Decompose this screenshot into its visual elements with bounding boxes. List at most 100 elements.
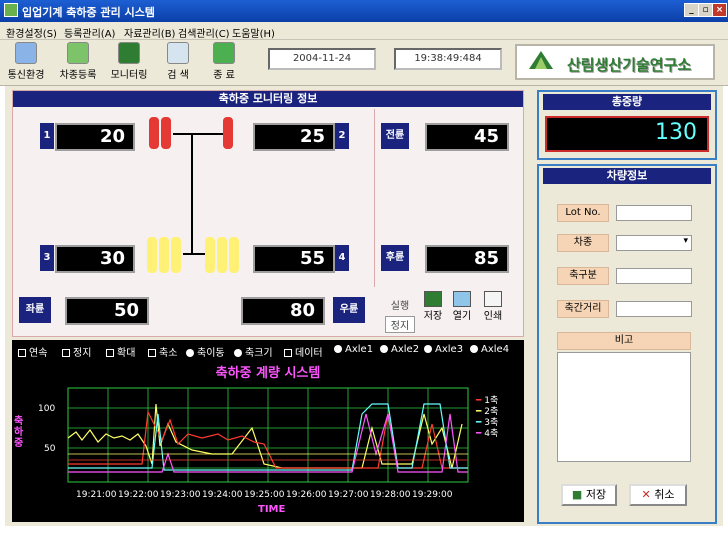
print-button[interactable]: 인쇄 (479, 291, 507, 322)
note-label: 비고 (557, 332, 691, 350)
ytick-50: 50 (44, 444, 56, 454)
wheel-3-value: 30 (55, 245, 135, 273)
vehicle-register-button[interactable]: 차종등록 (54, 42, 102, 84)
legend-axle2: ━ 2축 (476, 407, 499, 417)
axle4-radio[interactable]: Axle4 (470, 344, 509, 355)
axle-input[interactable] (616, 268, 692, 284)
restore-icon[interactable]: ▫ (698, 3, 713, 17)
logo: 산림생산기술연구소 (515, 44, 715, 80)
type-select[interactable]: ▾ (616, 235, 692, 251)
total-title: 총중량 (543, 94, 711, 110)
left-value: 50 (65, 297, 149, 325)
axle2-radio[interactable]: Axle2 (380, 344, 419, 355)
exit-button[interactable]: 종 료 (204, 42, 244, 84)
time-display: 19:38:49:484 (394, 48, 502, 70)
wheel-3-number: 3 (40, 245, 54, 271)
graph-title: 축하중 계량 시스템 (215, 366, 321, 381)
xtick: 19:28:00 (370, 490, 411, 500)
wheel-2-number: 2 (335, 123, 349, 149)
menu-data[interactable]: 자료관리(B) (124, 25, 175, 40)
search-icon (167, 42, 189, 64)
window-title: 입업기계 축하중 관리 시스템 (22, 6, 155, 19)
stop-button[interactable]: 정지 (385, 316, 415, 333)
total-weight-panel: 총중량 130 (537, 90, 717, 160)
exit-door-icon (213, 42, 235, 64)
monitoring-button[interactable]: 모니터링 (106, 42, 152, 84)
print-icon (484, 291, 502, 307)
open-icon (453, 291, 471, 307)
menu-search[interactable]: 검색관리(C) (178, 25, 230, 40)
rear-value: 85 (425, 245, 509, 273)
front-value: 45 (425, 123, 509, 151)
wheel-1-tire-icon (149, 117, 159, 149)
minimize-icon[interactable]: _ (684, 3, 699, 17)
axis-move-radio[interactable]: 축이동 (186, 344, 225, 359)
dropdown-arrow-icon: ▾ (683, 236, 688, 246)
save-icon: ■ (571, 488, 583, 501)
wheel-1-number: 1 (40, 123, 54, 149)
open-button[interactable]: 열기 (449, 291, 475, 322)
graph-panel: 연속 정지 확대 축소 축이동 축크기 데이터 Axle1 Axle2 Axle… (12, 340, 524, 522)
plug-icon (15, 42, 37, 64)
wheel-2-value: 25 (253, 123, 335, 151)
legend-axle4: ━ 4축 (476, 429, 499, 439)
cancel-button[interactable]: ✕ 취소 (629, 484, 687, 506)
lot-input[interactable] (616, 205, 692, 221)
wheel-3-tire-icon (147, 237, 157, 273)
graph-ylabel: 축하중 (14, 416, 24, 449)
graph-xlabel: TIME (258, 504, 286, 515)
wheel-2-tire-icon (223, 117, 233, 149)
save-graph-button[interactable]: 저장 (421, 291, 445, 322)
logo-text: 산림생산기술연구소 (567, 56, 692, 74)
distance-label: 축간거리 (557, 300, 609, 318)
xtick: 19:26:00 (286, 490, 327, 500)
axis-size-radio[interactable]: 축크기 (234, 344, 273, 359)
menu-bar: 환경설정(S) 등록관리(A) 자료관리(B) 검색관리(C) 도움말(H) (0, 22, 728, 40)
logo-mark-icon (529, 51, 553, 69)
save-chart-icon (424, 291, 442, 307)
wheel-4c-tire-icon (229, 237, 239, 273)
axle3-radio[interactable]: Axle3 (424, 344, 463, 355)
close-icon[interactable]: × (712, 3, 727, 17)
legend-axle1: ━ 1축 (476, 396, 499, 406)
comm-settings-button[interactable]: 통신환경 (4, 42, 48, 84)
run-button[interactable]: 실행 정지 (385, 297, 415, 333)
note-textarea[interactable] (557, 352, 691, 462)
xtick: 19:29:00 (412, 490, 453, 500)
app-icon (4, 3, 18, 17)
wheel-1b-tire-icon (161, 117, 171, 149)
search-button[interactable]: 검 색 (158, 42, 198, 84)
data-button[interactable]: 데이터 (284, 344, 323, 359)
zoom-in-button[interactable]: 확대 (106, 344, 135, 359)
xtick: 19:27:00 (328, 490, 369, 500)
wheel-1-value: 20 (55, 123, 135, 151)
menu-register[interactable]: 등록관리(A) (64, 25, 115, 40)
right-value: 80 (241, 297, 325, 325)
graph-stop-button[interactable]: 정지 (62, 344, 91, 359)
vehicle-info-panel: 차량정보 Lot No. 차종 ▾ 축구분 축간거리 비고 ■ 저장 ✕ 취소 (537, 164, 717, 524)
continuous-button[interactable]: 연속 (18, 344, 47, 359)
save-button[interactable]: ■ 저장 (561, 484, 617, 506)
monitor-title: 축하중 모니터링 정보 (13, 91, 523, 107)
left-label: 좌륜 (19, 297, 51, 323)
wheel-4-number: 4 (335, 245, 349, 271)
rear-label: 후륜 (381, 245, 409, 271)
truck-icon (67, 42, 89, 64)
xtick: 19:25:00 (244, 490, 285, 500)
distance-input[interactable] (616, 301, 692, 317)
wheel-4-value: 55 (253, 245, 335, 273)
xtick: 19:23:00 (160, 490, 201, 500)
axle1-radio[interactable]: Axle1 (334, 344, 373, 355)
xtick: 19:21:00 (76, 490, 117, 500)
type-label: 차종 (557, 234, 609, 252)
axle-label: 축구분 (557, 267, 609, 285)
xtick: 19:24:00 (202, 490, 243, 500)
zoom-out-button[interactable]: 축소 (148, 344, 177, 359)
wheel-4-tire-icon (205, 237, 215, 273)
title-bar: 입업기계 축하중 관리 시스템 _ ▫ × (0, 0, 728, 22)
menu-help[interactable]: 도움말(H) (232, 25, 275, 40)
wheel-3c-tire-icon (171, 237, 181, 273)
menu-settings[interactable]: 환경설정(S) (6, 25, 57, 40)
date-display: 2004-11-24 (268, 48, 376, 70)
monitor-panel: 축하중 모니터링 정보 1 20 25 2 3 30 55 4 전륜 45 후륜… (12, 90, 524, 337)
